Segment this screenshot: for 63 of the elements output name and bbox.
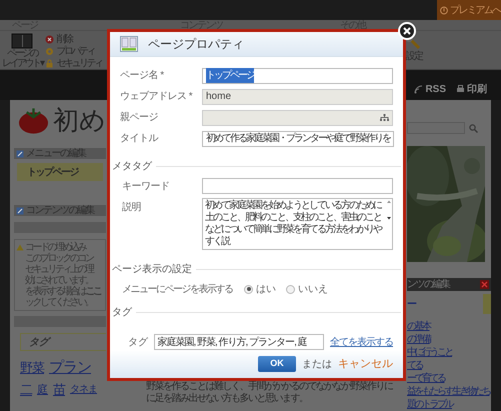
field-label: ウェブアドレス * <box>120 90 194 104</box>
intro-text: に足を踏み出せない方も多いと思います。 <box>146 393 308 405</box>
premium-button[interactable]: プレミアムへ <box>437 0 501 20</box>
alert-icon <box>440 6 448 14</box>
field-label: 親ページ <box>120 110 159 126</box>
or-text: または <box>302 358 332 372</box>
input-field: home <box>202 88 393 105</box>
field-label: メニューにページを表示する <box>121 282 234 297</box>
intro-text: 野菜を作ることは難しく、手間がかかるのでなかなか野菜作りに <box>146 381 394 392</box>
sidebar-link[interactable]: 益をもたらす生き物たち <box>407 385 491 398</box>
search-field[interactable] <box>407 122 465 134</box>
security-icon <box>45 59 54 68</box>
sidebar-link[interactable]: 中に行うこと <box>407 346 491 359</box>
print-icon <box>456 85 465 94</box>
field-label: タグ <box>127 336 148 350</box>
sidebar-link[interactable]: てる <box>407 359 491 372</box>
sidebar-link[interactable]: 題のトラブル <box>407 398 491 411</box>
delete-icon <box>45 35 54 44</box>
search-icon <box>469 124 478 132</box>
edit-icon <box>16 206 24 214</box>
tree-icon <box>380 114 389 122</box>
radio-option[interactable]: いいえ <box>286 282 328 297</box>
section-heading: メタタグ <box>112 160 152 174</box>
tag-link[interactable]: 二 <box>20 379 32 401</box>
field-label: キーワード <box>121 180 170 194</box>
tag-panel-title: タグ <box>29 336 49 350</box>
menu-item[interactable]: トップページ <box>17 163 103 181</box>
tag-link[interactable]: プラン <box>49 357 91 379</box>
header-link[interactable]: RSS <box>414 82 446 97</box>
show-all-link[interactable]: 全てを表示する <box>330 334 393 350</box>
warning-icon <box>16 244 24 251</box>
radio-button[interactable] <box>244 284 253 294</box>
tag-link[interactable]: 野菜 <box>20 357 44 379</box>
tag-link[interactable]: タネま <box>70 379 97 401</box>
input-field[interactable]: 家庭菜園, 野菜, 作り方, プランター, 庭 <box>154 334 324 350</box>
cancel-link[interactable]: キャンセル <box>338 356 393 372</box>
section-heading: タグ <box>112 306 132 320</box>
field-label: ページ名 * <box>120 69 165 84</box>
layout-icon <box>11 33 34 49</box>
close-icon <box>480 280 489 289</box>
radio-button[interactable] <box>286 284 295 294</box>
radio-option[interactable]: はい <box>244 282 276 297</box>
site-title: 初め <box>53 104 106 136</box>
input-field[interactable]: 初めて作る家庭菜園・プランターや庭で野菜作りを <box>202 130 394 147</box>
field-label: タイトル <box>120 132 160 146</box>
close-icon <box>403 27 411 35</box>
picker-field[interactable] <box>202 110 393 126</box>
rss-icon <box>414 85 424 94</box>
panel-header: ンツの編集 <box>407 278 491 291</box>
header-link[interactable]: 印刷 <box>456 82 487 97</box>
tag-link[interactable]: 庭 <box>37 379 48 401</box>
tag-link[interactable]: 苗 <box>53 379 65 401</box>
dialog-title: ページプロパティ <box>148 36 244 54</box>
ok-button[interactable]: OK <box>258 356 296 372</box>
properties-icon <box>45 47 54 56</box>
input-field[interactable] <box>202 178 393 194</box>
sidebar-link[interactable]: の基本 <box>407 320 491 333</box>
edit-icon <box>16 150 24 158</box>
page-icon <box>120 36 138 52</box>
sidebar-link[interactable]: ーで育てる <box>407 372 491 385</box>
section-heading: ページ表示の設定 <box>112 262 192 278</box>
field-label: 説明 <box>121 200 142 216</box>
sidebar-link[interactable]: の準備 <box>407 333 491 346</box>
